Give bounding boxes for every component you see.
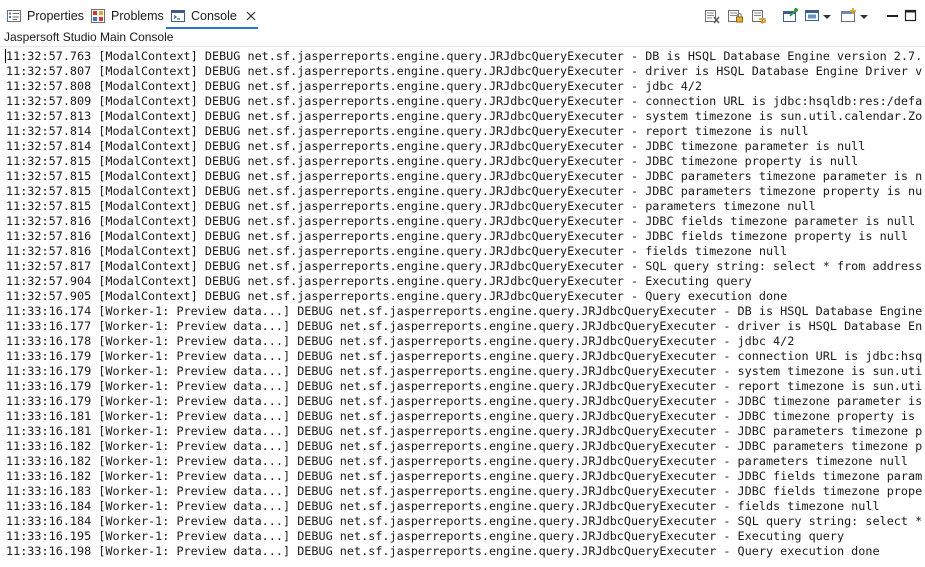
console-line: 11:32:57.808 [ModalContext] DEBUG net.sf… [6,79,703,93]
console-line: 11:33:16.184 [Worker-1: Preview data...]… [6,499,880,513]
console-line: 11:32:57.816 [ModalContext] DEBUG net.sf… [6,229,908,243]
console-line: 11:33:16.183 [Worker-1: Preview data...]… [6,484,923,498]
console-line: 11:33:16.181 [Worker-1: Preview data...]… [6,424,923,438]
view-tab-bar: Properties Problems Console [0,0,925,29]
problems-icon [90,8,106,24]
console-line: 11:32:57.763 [ModalContext] DEBUG net.sf… [6,49,923,63]
console-line: 11:32:57.817 [ModalContext] DEBUG net.sf… [6,259,923,273]
console-icon [170,8,186,24]
console-line: 11:32:57.815 [ModalContext] DEBUG net.sf… [6,199,816,213]
display-selected-console-icon[interactable] [804,7,822,25]
console-line: 11:32:57.816 [ModalContext] DEBUG net.sf… [6,244,788,258]
close-icon[interactable] [245,10,257,22]
console-line: 11:32:57.814 [ModalContext] DEBUG net.sf… [6,124,809,138]
maximize-icon[interactable] [902,7,920,25]
tab-console-label: Console [191,9,237,23]
tab-problems[interactable]: Problems [90,5,164,27]
console-line: 11:33:16.182 [Worker-1: Preview data...]… [6,439,923,453]
console-line: 11:32:57.905 [ModalContext] DEBUG net.sf… [6,289,788,303]
console-line: 11:33:16.182 [Worker-1: Preview data...]… [6,469,923,483]
console-line: 11:33:16.179 [Worker-1: Preview data...]… [6,349,923,363]
tab-properties[interactable]: Properties [6,5,84,27]
console-output[interactable]: 11:32:57.763 [ModalContext] DEBUG net.sf… [0,47,925,567]
console-line: 11:33:16.182 [Worker-1: Preview data...]… [6,454,908,468]
console-line: 11:33:16.179 [Worker-1: Preview data...]… [6,394,923,408]
console-line: 11:32:57.816 [ModalContext] DEBUG net.sf… [6,214,916,228]
word-wrap-icon[interactable] [750,7,768,25]
minimize-icon[interactable] [884,7,902,25]
console-line: 11:32:57.815 [ModalContext] DEBUG net.sf… [6,154,859,168]
properties-icon [6,8,22,24]
console-line: 11:33:16.174 [Worker-1: Preview data...]… [6,304,923,318]
active-tab-indicator [166,27,258,29]
console-line: 11:33:16.179 [Worker-1: Preview data...]… [6,379,923,393]
console-line: 11:33:16.184 [Worker-1: Preview data...]… [6,514,923,528]
console-line: 11:32:57.815 [ModalContext] DEBUG net.sf… [6,184,923,198]
console-line: 11:32:57.809 [ModalContext] DEBUG net.sf… [6,94,923,108]
console-view: Properties Problems Console Jaspersoft S… [0,0,925,567]
console-line: 11:33:16.181 [Worker-1: Preview data...]… [6,409,916,423]
tab-problems-label: Problems [111,9,164,23]
console-line: 11:33:16.198 [Worker-1: Preview data...]… [6,544,880,558]
console-line: 11:32:57.815 [ModalContext] DEBUG net.sf… [6,169,923,183]
tab-properties-label: Properties [27,9,84,23]
scroll-lock-icon[interactable] [726,7,744,25]
clear-console-icon[interactable] [703,7,721,25]
console-title: Jaspersoft Studio Main Console [4,30,174,44]
console-line: 11:32:57.814 [ModalContext] DEBUG net.sf… [6,139,866,153]
chevron-down-icon[interactable] [859,7,869,25]
console-line: 11:32:57.807 [ModalContext] DEBUG net.sf… [6,64,923,78]
console-line: 11:33:16.178 [Worker-1: Preview data...]… [6,334,795,348]
console-line: 11:32:57.813 [ModalContext] DEBUG net.sf… [6,109,923,123]
open-console-icon[interactable] [840,7,858,25]
chevron-down-icon[interactable] [822,7,832,25]
console-line: 11:33:16.177 [Worker-1: Preview data...]… [6,319,923,333]
tab-console[interactable]: Console [170,5,257,27]
console-line: 11:32:57.904 [ModalContext] DEBUG net.sf… [6,274,752,288]
console-line: 11:33:16.195 [Worker-1: Preview data...]… [6,529,845,543]
console-line: 11:33:16.179 [Worker-1: Preview data...]… [6,364,923,378]
pin-console-icon[interactable] [781,7,799,25]
